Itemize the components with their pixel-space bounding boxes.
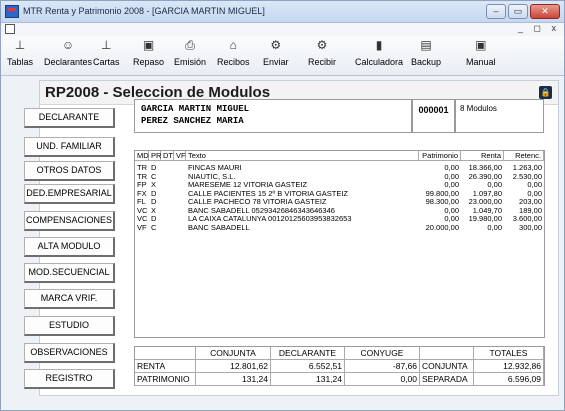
patrimonio-conyuge-value: 0,00 <box>345 373 420 386</box>
send-icon: ⚙ <box>270 38 282 52</box>
totals-header: DECLARANTE <box>271 347 345 360</box>
title-bar[interactable]: MTR Renta y Patrimonio 2008 - [GARCIA MA… <box>1 1 564 23</box>
totals-header: CONYUGE <box>345 347 420 360</box>
review-icon: ▣ <box>142 38 155 52</box>
toolbar-label: Tablas <box>7 57 34 67</box>
mdi-menu-bar: _ ◻ x <box>1 23 564 36</box>
spouse-name: PEREZ SANCHEZ MARIA <box>141 116 244 126</box>
toolbar-button-manual[interactable]: ▣ Manual <box>466 38 496 67</box>
modules-grid[interactable]: MD PR DT VF Texto Patrimonio Renta Retenc. TR D FI… <box>134 150 545 338</box>
renta-tipo-value: CONJUNTA <box>420 360 474 373</box>
toolbar-label: Cartas <box>93 57 120 67</box>
mdi-window-controls[interactable]: _ ◻ x <box>518 23 560 34</box>
renta-declarante-value: 6.552,51 <box>271 360 345 373</box>
totals-header <box>420 347 474 360</box>
table-icon: ⊥ <box>14 38 26 52</box>
sidebar-button-ded-empresarial[interactable]: DED.EMPRESARIAL <box>24 184 115 204</box>
toolbar-label: Calculadora <box>355 57 404 67</box>
totals-header: TOTALES <box>474 347 544 360</box>
declarant-code: 000001 <box>412 99 455 133</box>
renta-conjunta-value: 12.801,62 <box>196 360 271 373</box>
patrimonio-conjunta-value: 131,24 <box>196 373 271 386</box>
sidebar-button-marca-vrif[interactable]: MARCA VRIF. <box>24 289 115 309</box>
maximize-button[interactable]: ▭ <box>508 4 528 19</box>
sidebar-button-otros-datos[interactable]: OTROS DATOS <box>24 161 115 181</box>
sidebar-button-und-familiar[interactable]: UND. FAMILIAR <box>24 137 115 157</box>
declarant-name: GARCIA MARTIN MIGUEL <box>141 104 250 114</box>
modules-count: 8 Modulos <box>455 99 544 133</box>
toolbar-button-backup[interactable]: ▤ Backup <box>411 38 441 67</box>
close-button[interactable]: ✕ <box>530 4 560 19</box>
column-header-md[interactable]: MD <box>135 151 149 161</box>
document-icon[interactable] <box>5 24 15 34</box>
toolbar-label: Recibir <box>308 57 337 67</box>
window-title: MTR Renta y Patrimonio 2008 - [GARCIA MA… <box>23 6 265 16</box>
column-header-texto[interactable]: Texto <box>186 151 419 161</box>
column-header-renta[interactable]: Renta <box>461 151 504 161</box>
calculator-icon: ▮ <box>375 38 383 52</box>
receive-icon: ⚙ <box>316 38 328 52</box>
column-header-pr[interactable]: PR <box>149 151 161 161</box>
toolbar-label: Emisión <box>174 57 207 67</box>
toolbar-label: Backup <box>411 57 442 67</box>
manual-icon: ▣ <box>475 38 487 52</box>
toolbar-button-recibos[interactable]: ⌂ Recibos <box>217 38 250 67</box>
toolbar-label: Manual <box>466 57 496 67</box>
lock-icon[interactable]: 🔒 <box>539 86 552 99</box>
cell-md: VF <box>137 222 147 232</box>
backup-icon: ▤ <box>420 38 432 52</box>
sidebar-button-observaciones[interactable]: OBSERVACIONES <box>24 343 115 363</box>
toolbar-button-emisión[interactable]: ⎙ Emisión <box>174 38 206 67</box>
toolbar-label: Recibos <box>217 57 250 67</box>
cell-renta: 0,00 <box>487 222 502 232</box>
toolbar-button-declarantes[interactable]: ☺ Declarantes <box>44 38 92 67</box>
sidebar-button-mod-secuencial[interactable]: MOD.SECUENCIAL <box>24 263 115 283</box>
toolbar: ⊥ Tablas ☺ Declarantes ⊥ Cartas ▣ Repaso ⎙ Emisió… <box>1 36 564 76</box>
printer-icon: ⎙ <box>185 38 195 52</box>
people-icon: ☺ <box>61 38 75 52</box>
toolbar-button-enviar[interactable]: ⚙ Enviar <box>263 38 289 67</box>
toolbar-button-tablas[interactable]: ⊥ Tablas <box>7 38 33 67</box>
letter-icon: ⊥ <box>101 38 112 52</box>
patrimonio-row-label: PATRIMONIO <box>135 373 196 386</box>
patrimonio-total-value: 6.596,09 <box>474 373 544 386</box>
column-header-dt[interactable]: DT <box>161 151 174 161</box>
cell-patrimonio: 20.000,00 <box>425 222 459 232</box>
declarant-names: GARCIA MARTIN MIGUEL PEREZ SANCHEZ MARIA <box>134 99 412 133</box>
totals-header <box>135 347 196 360</box>
sidebar-button-registro[interactable]: REGISTRO <box>24 369 115 389</box>
totals-table: CONJUNTA DECLARANTE CONYUGE TOTALES RENTA 12.… <box>134 346 545 386</box>
column-header-patrimonio[interactable]: Patrimonio <box>419 151 461 161</box>
totals-header: CONJUNTA <box>196 347 271 360</box>
cell-texto: BANC SABADELL <box>188 222 250 232</box>
toolbar-label: Declarantes <box>44 57 93 67</box>
toolbar-button-repaso[interactable]: ▣ Repaso <box>133 38 164 67</box>
sidebar-button-alta-modulo[interactable]: ALTA MODULO <box>24 237 115 257</box>
toolbar-button-cartas[interactable]: ⊥ Cartas <box>93 38 120 67</box>
sidebar-button-estudio[interactable]: ESTUDIO <box>24 316 115 336</box>
sidebar-button-compensaciones[interactable]: COMPENSACIONES <box>24 211 115 231</box>
cell-retenc: 300,00 <box>519 222 542 232</box>
patrimonio-declarante-value: 131,24 <box>271 373 345 386</box>
column-header-vf[interactable]: VF <box>174 151 186 161</box>
toolbar-label: Enviar <box>263 57 289 67</box>
patrimonio-tipo-value: SEPARADA <box>420 373 474 386</box>
cell-pr: C <box>151 222 157 232</box>
toolbar-button-recibir[interactable]: ⚙ Recibir <box>308 38 336 67</box>
receipt-icon: ⌂ <box>229 38 237 52</box>
app-icon[interactable] <box>5 5 19 18</box>
column-header-retenc[interactable]: Retenc. <box>504 151 544 161</box>
toolbar-label: Repaso <box>133 57 165 67</box>
minimize-button[interactable]: – <box>486 4 506 19</box>
renta-conyuge-value: -87,66 <box>345 360 420 373</box>
renta-total-value: 12.932,86 <box>474 360 544 373</box>
toolbar-button-calculadora[interactable]: ▮ Calculadora <box>355 38 403 67</box>
sidebar-button-declarante[interactable]: DECLARANTE <box>24 108 115 128</box>
app-window: MTR Renta y Patrimonio 2008 - [GARCIA MA… <box>0 0 565 411</box>
renta-row-label: RENTA <box>135 360 196 373</box>
table-row[interactable]: VF C BANC SABADELL 20.000,00 0,00 300,00 <box>135 222 544 233</box>
